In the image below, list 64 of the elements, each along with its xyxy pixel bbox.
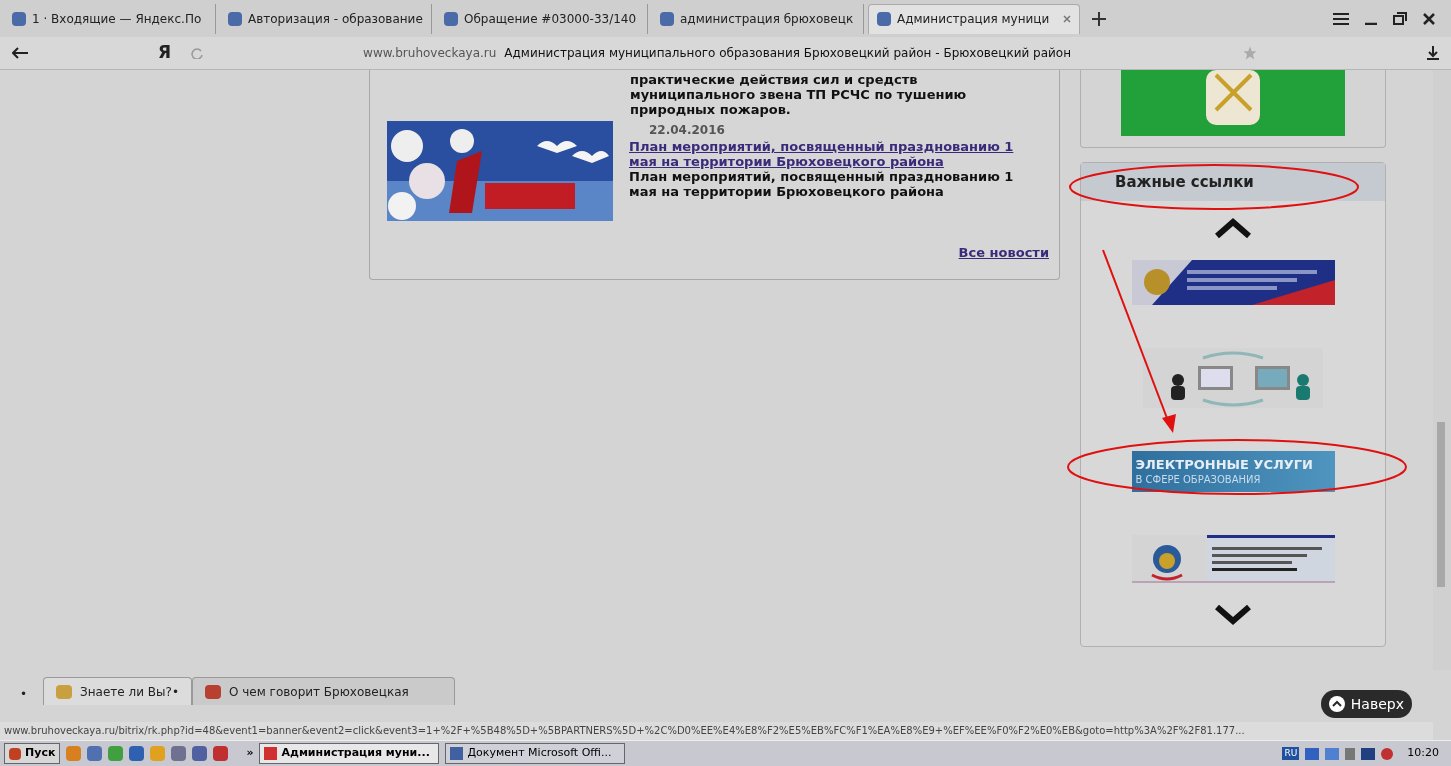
tray-icon[interactable] — [1381, 747, 1394, 760]
tab-title: Авторизация - образование — [248, 10, 423, 28]
taskbar-button[interactable]: Администрация муни... — [259, 743, 440, 764]
chevron-down-icon[interactable] — [1214, 604, 1252, 626]
tab-favicon-icon — [877, 12, 891, 26]
browser-tab[interactable]: 1 · Входящие — Яндекс.По — [4, 3, 216, 34]
clock: 10:20 — [1407, 745, 1439, 762]
bottom-tab-label: О чем говорит Брюховецкая — [229, 683, 409, 701]
menu-icon[interactable] — [1333, 12, 1349, 25]
bottom-tab-label: Знаете ли Вы?• — [80, 683, 179, 701]
quick-launch-icon[interactable] — [108, 746, 124, 761]
start-button[interactable]: Пуск — [4, 743, 61, 764]
address-bar[interactable]: Я www.bruhoveckaya.ru Администрация муниципального образования Брюховецкий район - Брюховецкий район — [0, 37, 1451, 70]
tab-title: Обращение #03000-33/140 — [464, 10, 637, 28]
news-summary: План мероприятий, посвященный празднованию 1 мая на территории Брюховецкого района — [629, 169, 1015, 199]
browser-logo[interactable]: Я — [158, 40, 172, 66]
news-date: 22.04.2016 — [649, 122, 726, 139]
banner-subtitle: В СФЕРЕ ОБРАЗОВАНИЯ — [1135, 475, 1262, 486]
bottom-tab[interactable]: О чем говорит Брюховецкая — [192, 677, 455, 705]
quick-launch-icon[interactable] — [192, 746, 208, 761]
new-tab-icon[interactable] — [1092, 11, 1106, 26]
quick-launch-icon[interactable] — [171, 746, 187, 761]
app-icon — [450, 747, 464, 760]
back-to-top-button[interactable]: Наверх — [1320, 690, 1412, 718]
news-link[interactable]: План мероприятий, посвященный празднованию 1 мая на территории Брюховецкого района — [629, 139, 1029, 169]
tab-favicon-icon — [660, 11, 674, 26]
all-news-link[interactable]: Все новости — [958, 242, 1049, 262]
address-domain: www.bruhoveckaya.ru — [363, 45, 497, 62]
quick-launch-icon[interactable] — [87, 746, 103, 761]
restore-icon[interactable] — [1393, 12, 1407, 25]
tab-title: 1 · Входящие — Яндекс.По — [32, 10, 202, 28]
download-icon[interactable] — [1427, 46, 1439, 60]
close-icon[interactable] — [1423, 12, 1435, 25]
more-chevron[interactable]: » — [246, 745, 254, 762]
banner-title: ЭЛЕКТРОННЫЕ УСЛУГИ — [1135, 457, 1314, 474]
tray-icon[interactable] — [1361, 747, 1376, 760]
browser-tab[interactable]: администрация брюховецк — [652, 3, 864, 34]
bookmark-star-icon[interactable] — [1243, 46, 1257, 60]
tab-title: администрация брюховецк — [680, 10, 854, 28]
tab-title: Администрация муници — [897, 11, 1050, 28]
taskbar-button[interactable]: Документ Microsoft Offi... — [445, 743, 626, 764]
browser-tab[interactable]: Администрация муници — [868, 3, 1080, 34]
browser-tab[interactable]: Обращение #03000-33/140 — [436, 3, 648, 34]
tray-icon[interactable] — [1305, 747, 1320, 760]
quick-launch-icon[interactable] — [213, 746, 229, 761]
reload-icon[interactable] — [191, 47, 204, 59]
app-icon — [264, 747, 278, 760]
tab-favicon-icon — [228, 11, 242, 26]
tab-favicon-icon — [12, 11, 26, 26]
browser-tab[interactable]: Авторизация - образование — [220, 3, 432, 34]
status-url: www.bruhoveckaya.ru/bitrix/rk.php?id=48&event1=banner&event2=click&event3=1+%2F+%5B48%5D+%5BPARTNERS%5D+%2C%D0%EE%E4%E8%F2%E5%EB%FC%F1%EA%E8%E9+%EF%EE%F0%F2%E0%EB&goto=http%3A%2F%2F81.177... — [0, 722, 1433, 740]
news-text: практические действия сил и средств муниципального звена ТП РСЧС по тушению природных пожаров. — [630, 72, 968, 117]
education-services-banner[interactable]: ЭЛЕКТРОННЫЕ УСЛУГИ В СФЕРЕ ОБРАЗОВАНИЯ — [1131, 450, 1335, 492]
chevron-up-icon[interactable] — [1214, 217, 1252, 239]
links-title: Важные ссылки — [1115, 171, 1254, 193]
bullet: • — [20, 686, 28, 703]
scrollbar-thumb[interactable] — [1437, 422, 1445, 587]
tab-favicon-icon — [444, 11, 458, 26]
quick-launch-icon[interactable] — [129, 746, 145, 761]
scrollbar[interactable] — [1433, 70, 1451, 670]
page-title: Администрация муниципального образования Брюховецкий район - Брюховецкий район — [504, 45, 1072, 62]
bottom-tab[interactable]: Знаете ли Вы?• — [43, 677, 192, 705]
back-arrow-icon[interactable] — [12, 47, 28, 59]
language-indicator[interactable]: RU — [1282, 746, 1300, 761]
